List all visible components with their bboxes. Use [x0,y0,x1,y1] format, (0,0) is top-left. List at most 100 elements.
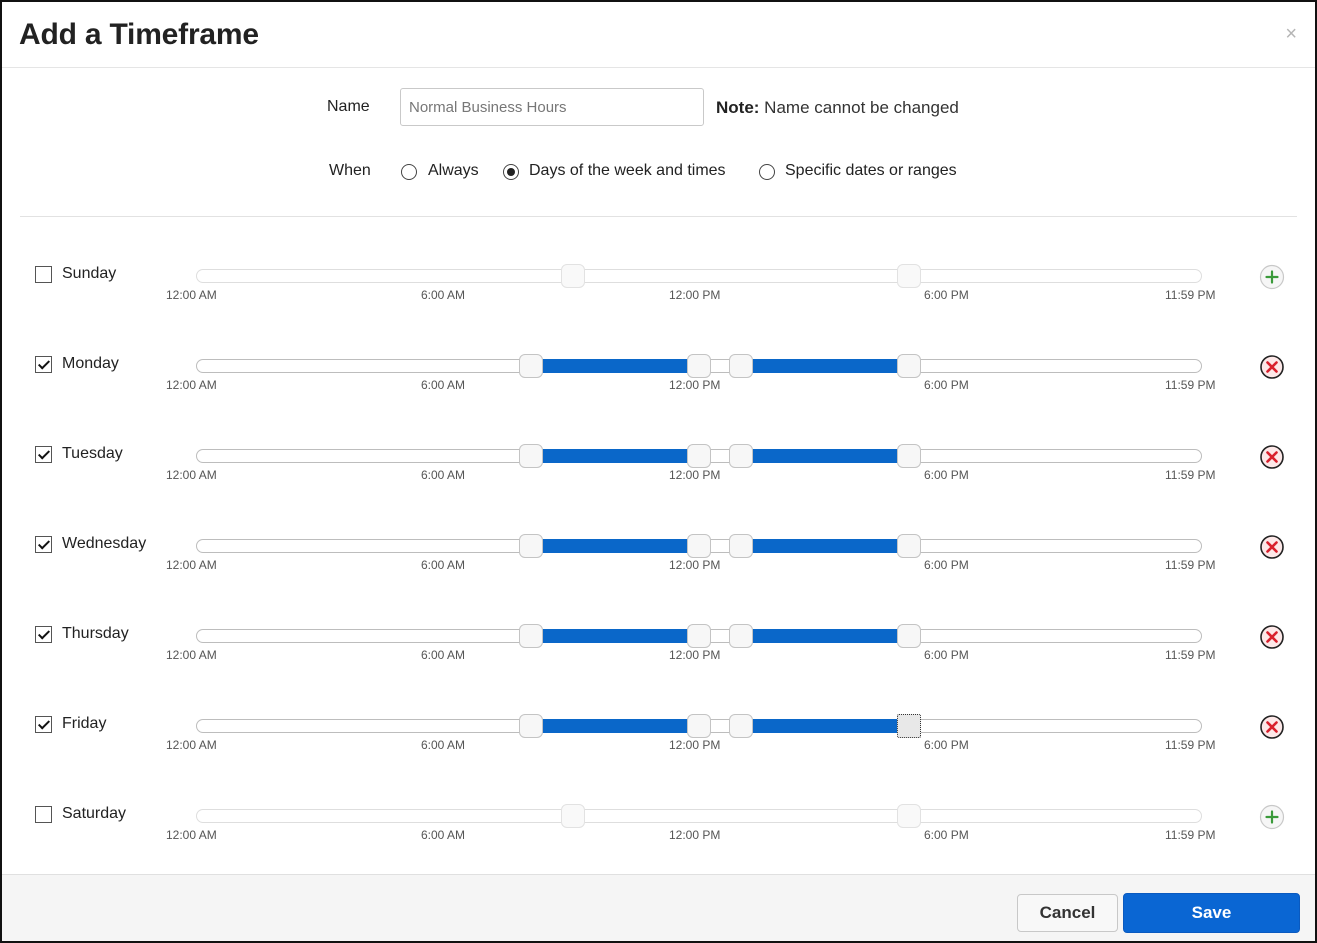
slider-handle[interactable] [519,444,544,468]
close-icon[interactable]: × [1285,24,1297,44]
day-row-saturday: Saturday 12:00 AM 6:00 AM 12:00 PM 6:00 PM 11… [2,804,1315,866]
radio-specific-dates-label[interactable]: Specific dates or ranges [785,162,957,180]
radio-days-of-week-label[interactable]: Days of the week and times [529,162,726,180]
time-tick-label: 11:59 PM [1165,468,1216,482]
slider-handle[interactable] [896,354,921,378]
form-divider [20,216,1297,217]
slider-handle[interactable] [728,534,753,558]
radio-days-of-week[interactable] [503,164,519,180]
time-tick-label: 12:00 AM [166,288,217,302]
time-tick-label: 6:00 AM [421,288,466,302]
time-slider-track[interactable] [196,269,1202,283]
add-range-icon[interactable] [1259,804,1285,830]
day-row-thursday: Thursday 12:00 AM 6:00 AM 12:00 PM 6:00 PM 11… [2,624,1315,686]
day-row-tuesday: Tuesday 12:00 AM 6:00 AM 12:00 PM 6:00 PM 11:… [2,444,1315,506]
slider-handle[interactable] [687,354,711,378]
time-tick-label: 6:00 AM [421,468,466,482]
note-text: Name cannot be changed [759,98,959,117]
when-label: When [329,162,371,179]
remove-range-icon[interactable] [1259,534,1285,560]
slider-handle[interactable] [561,264,586,288]
slider-handle[interactable] [896,444,921,468]
slider-handle[interactable] [687,534,711,558]
day-label: Tuesday [62,445,123,462]
slider-handle[interactable] [728,624,753,648]
slider-handle[interactable] [687,624,711,648]
day-label: Saturday [62,805,127,822]
time-tick-label: 12:00 PM [669,468,721,482]
remove-range-icon[interactable] [1259,624,1285,650]
slider-handle[interactable] [896,534,921,558]
day-checkbox-sunday[interactable] [35,266,52,283]
day-checkbox-thursday[interactable] [35,626,52,643]
day-label: Sunday [62,265,117,282]
slider-handle[interactable] [519,624,544,648]
day-row-monday: Monday 12:00 AM 6:00 AM 12:00 PM 6:00 PM 11:5… [2,354,1315,416]
time-tick-label: 6:00 PM [924,378,969,392]
slider-handle[interactable] [519,714,544,738]
slider-handle[interactable] [896,714,921,738]
day-checkbox-saturday[interactable] [35,806,52,823]
slider-handle[interactable] [687,444,711,468]
time-tick-label: 6:00 AM [421,738,466,752]
add-range-icon[interactable] [1259,264,1285,290]
time-tick-label: 11:59 PM [1165,738,1216,752]
slider-handle[interactable] [519,354,544,378]
radio-always[interactable] [401,164,417,180]
radio-specific-dates[interactable] [759,164,775,180]
day-checkbox-monday[interactable] [35,356,52,373]
slider-handle[interactable] [728,444,753,468]
slider-handle[interactable] [728,714,753,738]
time-tick-label: 12:00 AM [166,828,217,842]
slider-handle[interactable] [519,534,544,558]
time-tick-label: 12:00 PM [669,288,721,302]
add-timeframe-dialog: Add a Timeframe × Name Note: Name cannot… [0,0,1317,943]
slider-handle[interactable] [728,354,753,378]
slider-handle[interactable] [687,714,711,738]
time-range-fill [531,629,699,643]
remove-range-icon[interactable] [1259,444,1285,470]
time-tick-label: 6:00 PM [924,288,969,302]
time-tick-label: 12:00 AM [166,378,217,392]
time-tick-label: 6:00 AM [421,648,466,662]
slider-handle[interactable] [896,624,921,648]
time-tick-label: 12:00 PM [669,738,721,752]
time-slider-track[interactable] [196,809,1202,823]
name-note: Note: Name cannot be changed [716,98,959,118]
radio-always-label[interactable]: Always [428,162,479,180]
remove-range-icon[interactable] [1259,354,1285,380]
time-range-fill [740,629,909,643]
time-tick-label: 11:59 PM [1165,288,1216,302]
time-range-fill [740,449,909,463]
time-tick-label: 6:00 AM [421,828,466,842]
day-checkbox-wednesday[interactable] [35,536,52,553]
name-input[interactable] [400,88,704,126]
name-label: Name [327,98,370,115]
remove-range-icon[interactable] [1259,714,1285,740]
day-row-wednesday: Wednesday 12:00 AM 6:00 AM 12:00 PM 6:00 PM 1… [2,534,1315,596]
slider-handle[interactable] [561,804,586,828]
time-range-fill [740,539,909,553]
day-checkbox-friday[interactable] [35,716,52,733]
save-button[interactable]: Save [1123,893,1300,933]
day-row-friday: Friday 12:00 AM 6:00 AM 12:00 PM 6:00 PM 11:5… [2,714,1315,776]
time-tick-label: 6:00 PM [924,558,969,572]
note-bold: Note: [716,98,760,117]
time-tick-label: 11:59 PM [1165,828,1216,842]
time-tick-label: 6:00 PM [924,468,969,482]
slider-handle[interactable] [896,804,921,828]
time-tick-label: 12:00 PM [669,828,721,842]
day-checkbox-tuesday[interactable] [35,446,52,463]
day-label: Friday [62,715,107,732]
time-tick-label: 6:00 PM [924,828,969,842]
time-tick-label: 12:00 AM [166,738,217,752]
cancel-button[interactable]: Cancel [1017,894,1118,932]
dialog-title: Add a Timeframe [19,18,259,51]
time-range-fill [531,449,699,463]
slider-handle[interactable] [896,264,921,288]
time-range-fill [531,359,699,373]
day-label: Monday [62,355,119,372]
dialog-header: Add a Timeframe × [2,2,1315,68]
time-tick-label: 11:59 PM [1165,378,1216,392]
time-tick-label: 12:00 AM [166,468,217,482]
